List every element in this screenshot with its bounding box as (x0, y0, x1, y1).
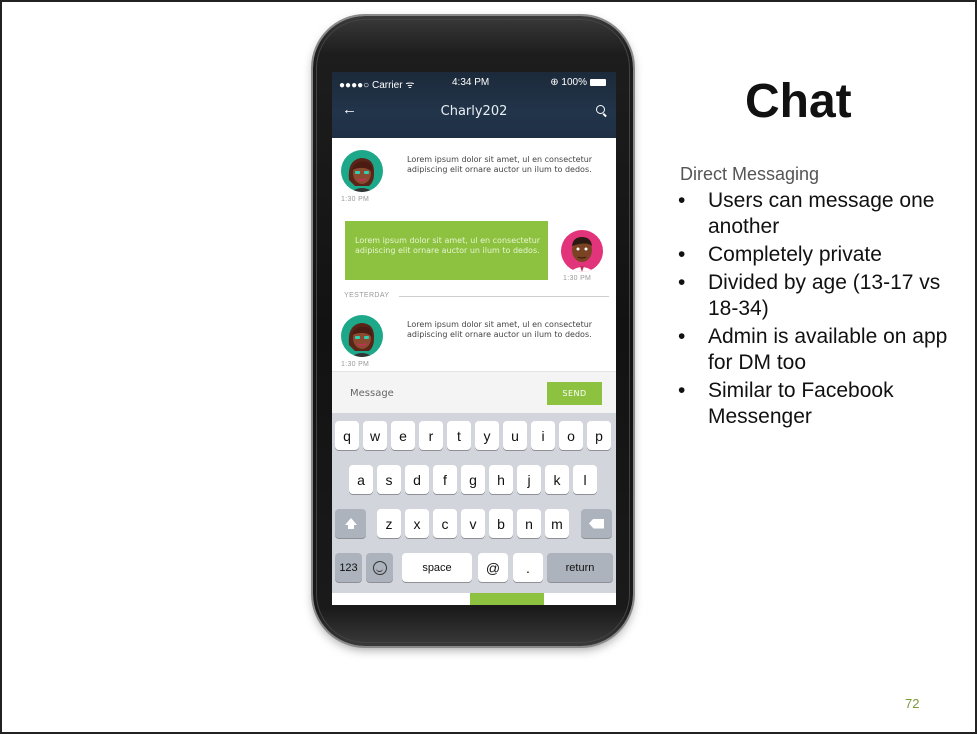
key-x[interactable]: x (405, 509, 429, 538)
woman-avatar-icon (348, 158, 375, 192)
key-f[interactable]: f (433, 465, 457, 494)
status-bar: ●●●●○ Carrier ᯤ 4:34 PM ⊕ 100% (332, 77, 616, 91)
woman-avatar-icon (348, 323, 375, 357)
feature-text: Divided by age (13-17 vs 18-34) (708, 271, 941, 320)
message-composer: SEND (332, 371, 616, 414)
key-c[interactable]: c (433, 509, 457, 538)
period-key[interactable]: . (513, 553, 543, 582)
battery-label: ⊕ 100% (550, 77, 587, 88)
message-time: 1:30 PM (341, 196, 370, 203)
space-key[interactable]: space (402, 553, 472, 582)
feature-text: Admin is available on app for DM too (708, 325, 948, 374)
message-time: 1:30 PM (563, 275, 592, 282)
avatar-woman (341, 315, 383, 357)
man-avatar-icon (570, 237, 594, 272)
battery-indicator: ⊕ 100% (550, 77, 606, 88)
key-s[interactable]: s (377, 465, 401, 494)
key-h[interactable]: h (489, 465, 513, 494)
slide-title: Chat (745, 75, 852, 128)
key-r[interactable]: r (419, 421, 443, 450)
shift-arrow-icon (344, 518, 357, 529)
chat-topbar: ●●●●○ Carrier ᯤ 4:34 PM ⊕ 100% ← Charly2… (332, 72, 616, 138)
key-k[interactable]: k (545, 465, 569, 494)
feature-text: Completely private (708, 243, 882, 266)
status-time: 4:34 PM (452, 77, 490, 88)
key-z[interactable]: z (377, 509, 401, 538)
phone-mockup: ●●●●○ Carrier ᯤ 4:34 PM ⊕ 100% ← Charly2… (313, 16, 633, 646)
key-e[interactable]: e (391, 421, 415, 450)
key-y[interactable]: y (475, 421, 499, 450)
key-j[interactable]: j (517, 465, 541, 494)
feature-text: Similar to Facebook Messenger (708, 379, 894, 428)
message-thread[interactable]: 1:30 PM Lorem ipsum dolor sit amet, ul e… (332, 138, 616, 371)
feature-item: • Similar to Facebook Messenger (678, 378, 968, 430)
key-n[interactable]: n (517, 509, 541, 538)
key-a[interactable]: a (349, 465, 373, 494)
at-key[interactable]: @ (478, 553, 508, 582)
key-g[interactable]: g (461, 465, 485, 494)
feature-item: • Admin is available on app for DM too (678, 324, 968, 376)
key-m[interactable]: m (545, 509, 569, 538)
feature-item: • Divided by age (13-17 vs 18-34) (678, 270, 968, 322)
key-o[interactable]: o (559, 421, 583, 450)
message-text: Lorem ipsum dolor sit amet, ul en consec… (407, 320, 593, 339)
key-v[interactable]: v (461, 509, 485, 538)
feature-item: • Users can message one another (678, 188, 968, 240)
message-text: Lorem ipsum dolor sit amet, ul en consec… (355, 236, 541, 255)
date-divider-line (399, 296, 609, 297)
feature-list: • Users can message one another • Complete… (678, 188, 968, 432)
slide-subtitle: Direct Messaging (680, 164, 820, 184)
bullet-dot: • (678, 325, 686, 348)
feature-item: • Completely private (678, 242, 968, 268)
key-i[interactable]: i (531, 421, 555, 450)
bullet-dot: • (678, 379, 686, 402)
search-icon[interactable] (596, 105, 605, 114)
bullet-dot: • (678, 243, 686, 266)
home-indicator (470, 593, 544, 605)
onscreen-keyboard: q w e r t y u i o p a s d f g h j k l z … (332, 413, 616, 593)
key-l[interactable]: l (573, 465, 597, 494)
message-time: 1:30 PM (341, 361, 370, 368)
slide: ●●●●○ Carrier ᯤ 4:34 PM ⊕ 100% ← Charly2… (0, 0, 977, 734)
avatar-man (561, 230, 603, 272)
message-text: Lorem ipsum dolor sit amet, ul en consec… (407, 155, 593, 174)
phone-screen: ●●●●○ Carrier ᯤ 4:34 PM ⊕ 100% ← Charly2… (332, 72, 616, 605)
key-q[interactable]: q (335, 421, 359, 450)
page-number: 72 (905, 696, 920, 711)
shift-key[interactable] (335, 509, 366, 538)
bullet-dot: • (678, 189, 686, 212)
bullet-dot: • (678, 271, 686, 294)
date-divider-label: YESTERDAY (344, 292, 390, 299)
key-w[interactable]: w (363, 421, 387, 450)
send-button[interactable]: SEND (547, 382, 602, 405)
message-input[interactable] (332, 372, 542, 414)
numbers-key[interactable]: 123 (335, 553, 362, 582)
key-b[interactable]: b (489, 509, 513, 538)
carrier-label: ●●●●○ Carrier ᯤ (339, 80, 415, 91)
key-t[interactable]: t (447, 421, 471, 450)
key-u[interactable]: u (503, 421, 527, 450)
avatar-woman (341, 150, 383, 192)
emoji-key[interactable] (366, 553, 393, 582)
outgoing-message-bubble: Lorem ipsum dolor sit amet, ul en consec… (345, 221, 548, 280)
emoji-icon (372, 560, 387, 575)
backspace-icon (589, 518, 604, 529)
feature-text: Users can message one another (708, 189, 935, 238)
backspace-key[interactable] (581, 509, 612, 538)
chat-contact-name: Charly202 (440, 104, 508, 119)
battery-icon (590, 78, 606, 86)
key-d[interactable]: d (405, 465, 429, 494)
key-p[interactable]: p (587, 421, 611, 450)
return-key[interactable]: return (547, 553, 613, 582)
